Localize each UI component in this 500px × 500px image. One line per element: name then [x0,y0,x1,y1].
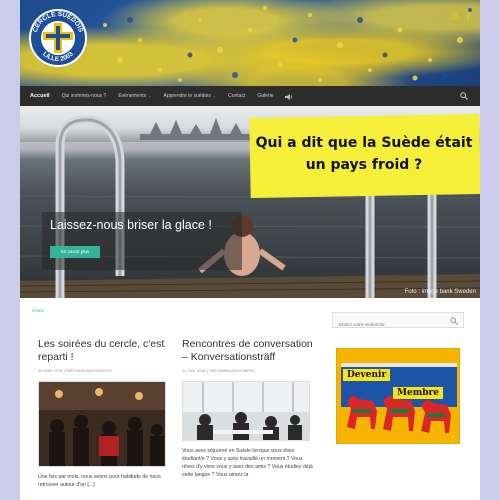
nav-item-qui-sommes-nous[interactable]: Qui sommes-nous ? [62,93,107,99]
nav-item-label: Apprendre le suédois [163,93,211,99]
chevron-down-icon: ⌄ [212,93,217,98]
post-card: Les soirées du cercle, c'est reparti ! 2… [38,338,172,489]
site-header: CERCLE SUÉDOIS LILLE 2003 f [20,0,480,86]
facebook-icon[interactable]: f [467,12,470,23]
nav-item-apprendre[interactable]: Apprendre le suédois ⌄ [163,93,216,99]
post-meta: 26 MAR 2018 | PAR HANNAMOSSBERG [38,368,112,373]
search-icon[interactable] [450,317,458,325]
speaker-icon[interactable] [285,93,293,100]
post-excerpt: Vous avez séjourné en Suède lorsque vous… [182,448,313,478]
search-input[interactable] [333,317,463,332]
hero-banner-line2: un pays froid ? [305,157,423,173]
nav-item-contact[interactable]: Contact [228,93,245,99]
post-thumbnail-image [39,382,165,466]
sidebar: Devenir Membre [332,312,464,444]
post-thumbnail[interactable] [38,381,166,467]
sidebar-search [332,312,464,332]
photo-credit: Foto : image bank Sweden [404,289,476,295]
ad-line2: Membre [393,387,443,399]
chevron-down-icon: ⌄ [148,93,152,98]
post-excerpt: Une fois par mois, nous avons pour habit… [38,474,161,488]
hero-more-button[interactable]: En savoir plus [50,246,100,258]
post-title[interactable]: Les soirées du cercle, c'est reparti ! [38,338,172,364]
nav-item-galerie[interactable]: Galerie [257,93,273,99]
post-thumbnail-image [183,382,309,440]
post-title[interactable]: Rencontres de conversation – Konversatio… [182,338,316,364]
hero-banner-line1: Qui a dit que la Suède était [255,135,473,151]
post-meta: 12 JUIL 2018 | PAR HANNAMOSSBERG [182,368,256,373]
rss-icon[interactable] [450,12,459,20]
search-icon[interactable] [460,92,468,100]
main-content: Home Les soirées du cercle, c'est repart… [20,298,480,500]
hero-banner-text: Qui a dit que la Suède était un pays fro… [254,132,474,176]
header-background [103,6,472,82]
nav-item-accueil[interactable]: Accueil [30,93,50,99]
post-card: Rencontres de conversation – Konversatio… [182,338,316,479]
breadcrumb[interactable]: Home [32,308,44,313]
page: CERCLE SUÉDOIS LILLE 2003 f Accueil Qui … [20,0,480,500]
nav-item-evenements[interactable]: Evénements ⌄ [118,93,151,99]
membership-ad[interactable]: Devenir Membre [336,348,460,444]
social-links: f [450,12,470,23]
main-nav: Accueil Qui sommes-nous ? Evénements ⌄ Ap… [20,86,480,106]
hero-slider: Qui a dit que la Suède était un pays fro… [20,106,480,298]
hero-caption: Laissez-nous briser la glace ! [50,218,212,232]
ad-line1: Devenir [343,369,391,381]
post-thumbnail[interactable] [182,381,310,441]
nav-item-label: Evénements [118,93,147,99]
site-logo[interactable]: CERCLE SUÉDOIS LILLE 2003 [28,8,88,68]
